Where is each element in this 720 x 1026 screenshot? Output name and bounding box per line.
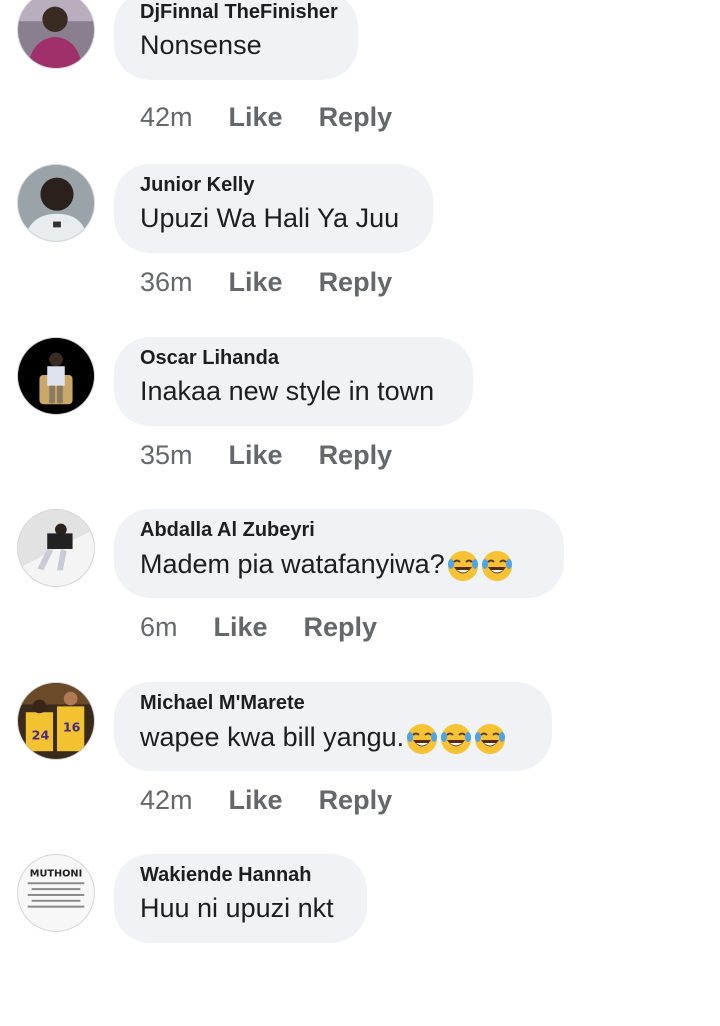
comment-item: MUTHONI Wakiende Hannah Huu ni upuzi nkt (0, 854, 720, 1026)
comment-actions: 42m Like Reply (140, 102, 392, 133)
svg-text:24: 24 (32, 728, 50, 743)
comment-item: 24 16 Michael M'Marete wapee kwa bill ya… (0, 682, 720, 854)
comment-text-body: wapee kwa bill yangu. (140, 721, 405, 752)
comment-item: DjFinnal TheFinisher Nonsense 42m Like R… (0, 0, 720, 171)
comment-text: Inakaa new style in town (140, 376, 434, 407)
comment-author[interactable]: Abdalla Al Zubeyri (140, 519, 315, 542)
comment-text: wapee kwa bill yangu. (140, 721, 506, 755)
avatar[interactable] (17, 337, 95, 415)
comment-bubble: DjFinnal TheFinisher Nonsense (114, 0, 358, 80)
like-button[interactable]: Like (229, 267, 283, 298)
reply-button[interactable]: Reply (319, 267, 393, 298)
svg-text:16: 16 (63, 720, 81, 735)
avatar[interactable] (17, 164, 95, 242)
comment-actions: 35m Like Reply (140, 440, 392, 471)
comment-author[interactable]: Junior Kelly (140, 174, 254, 197)
reply-button[interactable]: Reply (319, 785, 393, 816)
avatar[interactable] (17, 0, 95, 69)
reply-button[interactable]: Reply (304, 612, 378, 643)
like-button[interactable]: Like (214, 612, 268, 643)
comment-text-body: Upuzi Wa Hali Ya Juu (140, 203, 400, 233)
comment-bubble: Wakiende Hannah Huu ni upuzi nkt (114, 854, 367, 943)
comment-timestamp[interactable]: 42m (140, 102, 193, 133)
comment-actions: 36m Like Reply (140, 267, 392, 298)
comment-timestamp[interactable]: 42m (140, 785, 193, 816)
comment-text-body: Madem pia watafanyiwa? (140, 548, 445, 579)
avatar[interactable]: 24 16 (17, 682, 95, 760)
avatar[interactable] (17, 509, 95, 587)
avatar[interactable]: MUTHONI (17, 854, 95, 932)
face-with-tears-of-joy-icon (440, 723, 472, 755)
comment-bubble: Oscar Lihanda Inakaa new style in town (114, 337, 473, 426)
comment-author[interactable]: Michael M'Marete (140, 692, 305, 715)
reply-button[interactable]: Reply (319, 102, 393, 133)
face-with-tears-of-joy-icon (406, 723, 438, 755)
like-button[interactable]: Like (229, 102, 283, 133)
reply-button[interactable]: Reply (319, 440, 393, 471)
comment-bubble: Junior Kelly Upuzi Wa Hali Ya Juu (114, 164, 433, 253)
comment-item: Abdalla Al Zubeyri Madem pia watafanyiwa… (0, 509, 720, 681)
like-button[interactable]: Like (229, 440, 283, 471)
face-with-tears-of-joy-icon (481, 550, 513, 582)
comment-timestamp[interactable]: 6m (140, 612, 178, 643)
comment-text: Huu ni upuzi nkt (140, 893, 334, 924)
like-button[interactable]: Like (229, 785, 283, 816)
comment-actions: 6m Like Reply (140, 612, 377, 643)
comment-text-body: Nonsense (140, 30, 262, 60)
face-with-tears-of-joy-icon (447, 550, 479, 582)
comment-item: Oscar Lihanda Inakaa new style in town 3… (0, 337, 720, 509)
comment-actions: 42m Like Reply (140, 785, 392, 816)
comment-author[interactable]: Wakiende Hannah (140, 864, 312, 887)
comment-item: Junior Kelly Upuzi Wa Hali Ya Juu 36m Li… (0, 164, 720, 336)
comment-timestamp[interactable]: 36m (140, 267, 193, 298)
comment-text-body: Inakaa new style in town (140, 376, 435, 406)
comment-text: Upuzi Wa Hali Ya Juu (140, 203, 399, 234)
comment-bubble: Abdalla Al Zubeyri Madem pia watafanyiwa… (114, 509, 564, 598)
svg-text:MUTHONI: MUTHONI (30, 868, 82, 879)
comment-author[interactable]: Oscar Lihanda (140, 347, 279, 370)
comment-bubble: Michael M'Marete wapee kwa bill yangu. (114, 682, 552, 771)
comment-text: Nonsense (140, 30, 262, 61)
comment-author[interactable]: DjFinnal TheFinisher (140, 1, 338, 24)
comment-text-body: Huu ni upuzi nkt (140, 893, 334, 923)
face-with-tears-of-joy-icon (474, 723, 506, 755)
comment-text: Madem pia watafanyiwa? (140, 548, 513, 582)
comment-timestamp[interactable]: 35m (140, 440, 193, 471)
